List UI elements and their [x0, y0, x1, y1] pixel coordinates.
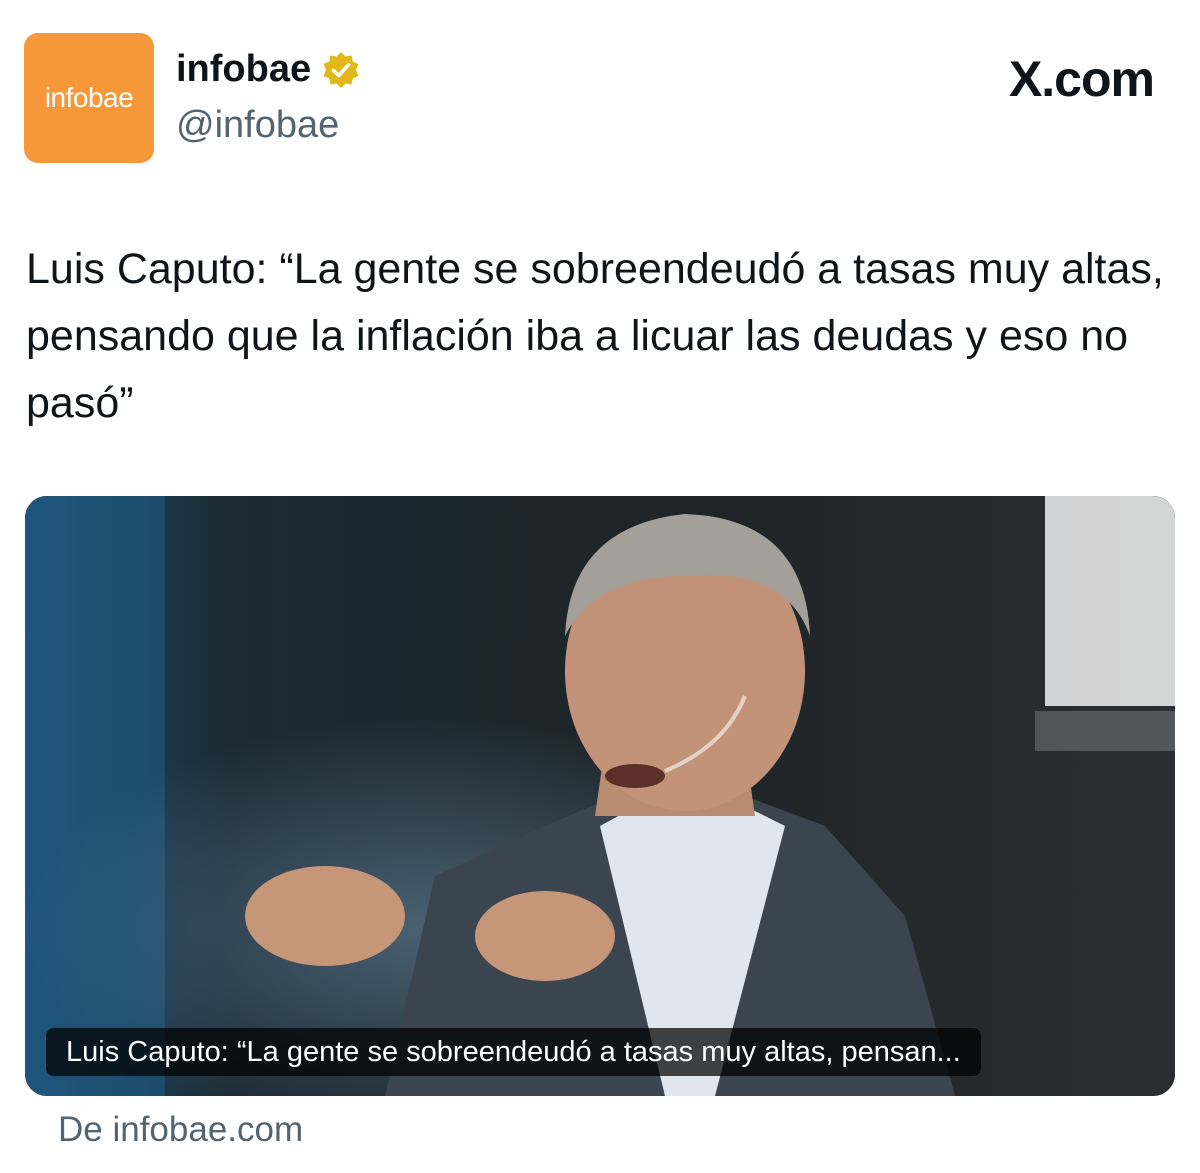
verified-badge-icon: [323, 51, 359, 88]
article-photo: [25, 496, 1175, 1096]
x-com-logo: X.com: [1008, 51, 1155, 107]
link-preview-card[interactable]: Luis Caputo: “La gente se sobreendeudó a…: [25, 496, 1175, 1096]
avatar-logo-text: infobae: [44, 82, 134, 113]
profile-avatar[interactable]: infobae: [24, 33, 154, 163]
author-handle[interactable]: @infobae: [176, 104, 339, 147]
link-source[interactable]: De infobae.com: [58, 1110, 303, 1150]
author-name-row: infobae: [176, 48, 361, 91]
tweet-text: Luis Caputo: “La gente se sobreendeudó a…: [26, 245, 1164, 427]
author-display-name[interactable]: infobae: [176, 48, 311, 91]
link-card-caption: Luis Caputo: “La gente se sobreendeudó a…: [46, 1028, 981, 1076]
